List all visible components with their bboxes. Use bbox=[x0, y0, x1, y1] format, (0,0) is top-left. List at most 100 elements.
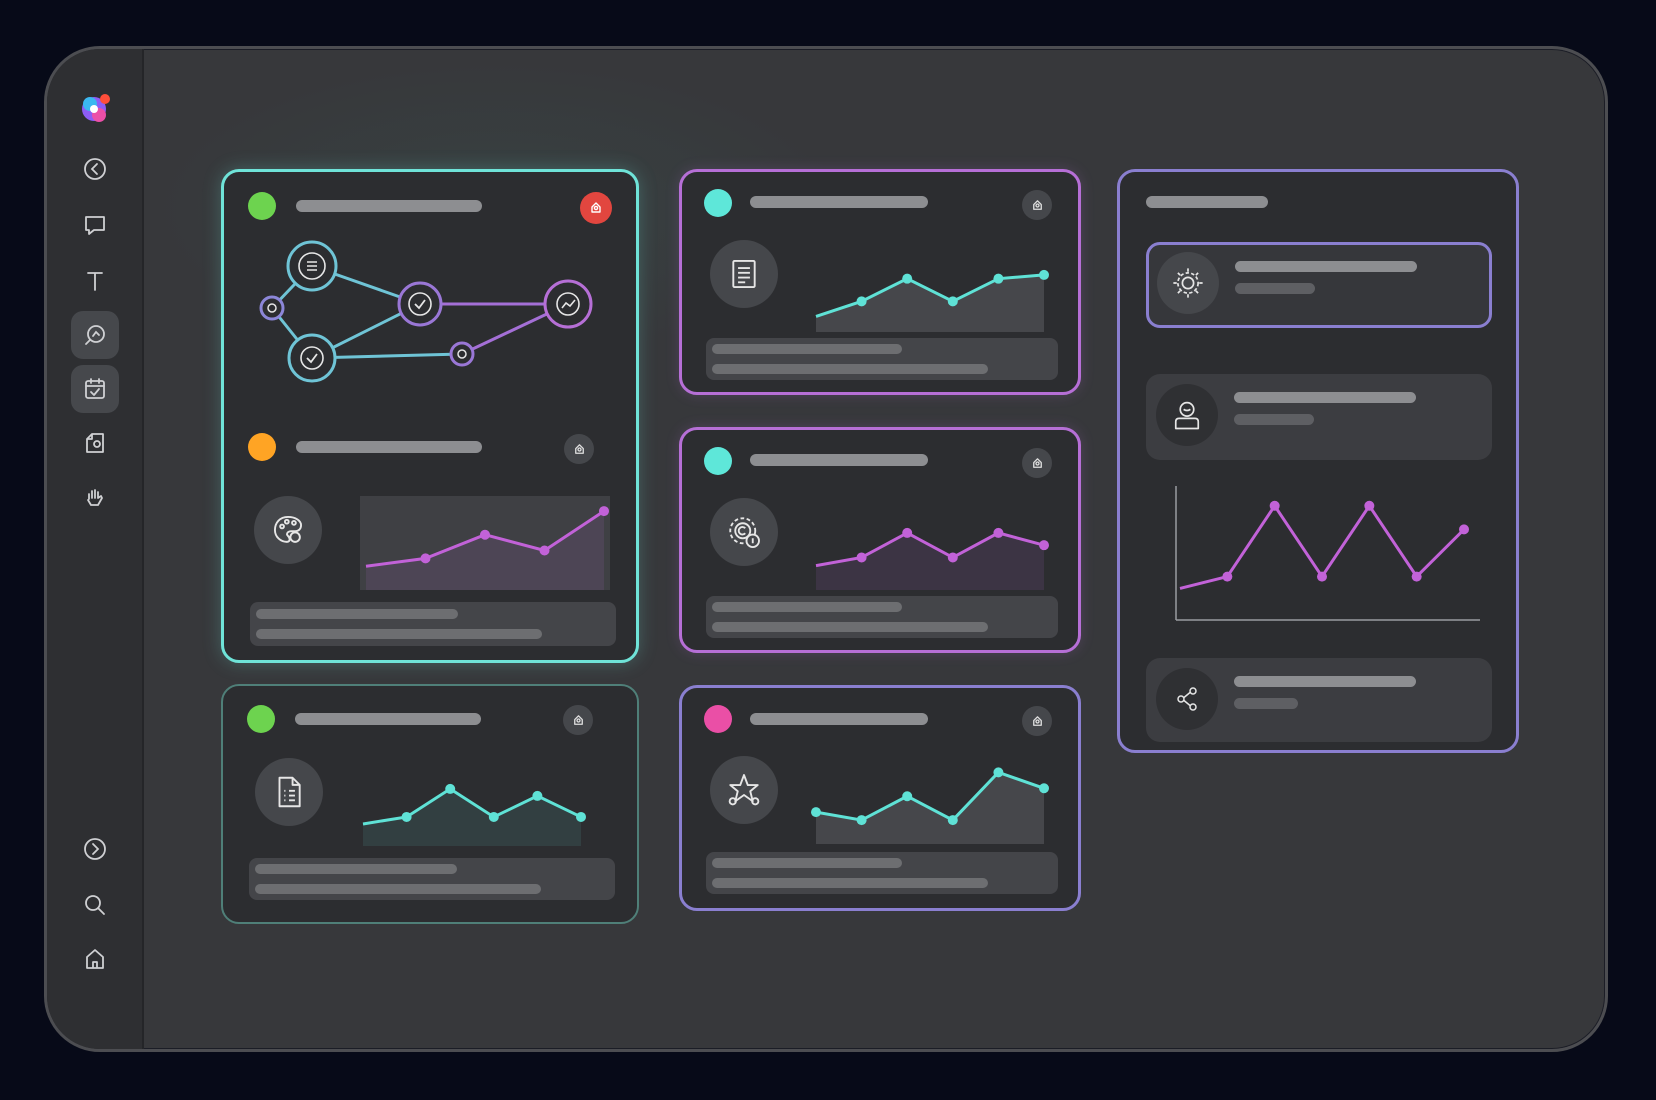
palette-sparkline bbox=[360, 496, 610, 590]
row-subtitle-placeholder bbox=[1234, 698, 1298, 709]
search-analytics-icon bbox=[85, 325, 105, 345]
sparkline-point bbox=[488, 811, 499, 822]
home-icon bbox=[86, 949, 104, 969]
panel-line-chart bbox=[1175, 486, 1480, 621]
star-card[interactable] bbox=[679, 685, 1081, 911]
card-title-placeholder bbox=[295, 713, 481, 725]
document-card[interactable] bbox=[679, 169, 1081, 395]
chart-point bbox=[1459, 524, 1469, 535]
graph-node-small[interactable] bbox=[449, 341, 475, 367]
sparkline-point bbox=[856, 815, 867, 826]
bell-icon bbox=[1032, 715, 1042, 726]
footer-line-placeholder bbox=[712, 878, 988, 888]
search-icon bbox=[85, 895, 105, 915]
panel-row-user[interactable] bbox=[1146, 374, 1492, 460]
settings-icon-circle bbox=[710, 498, 778, 566]
panel-title-placeholder bbox=[1146, 196, 1268, 208]
sparkline-point bbox=[902, 527, 913, 538]
hand-icon bbox=[87, 489, 103, 506]
text-icon bbox=[87, 272, 103, 291]
panel-row-settings[interactable] bbox=[1146, 242, 1492, 328]
settings-card[interactable] bbox=[679, 427, 1081, 653]
arrow-right-circle-icon bbox=[84, 838, 106, 860]
document-icon-circle bbox=[710, 240, 778, 308]
chart-point bbox=[1317, 571, 1327, 582]
card-title-placeholder bbox=[750, 713, 928, 725]
row-subtitle-placeholder bbox=[1234, 414, 1314, 425]
app-logo-icon bbox=[82, 94, 110, 122]
sparkline-point bbox=[993, 527, 1004, 538]
sparkline-point bbox=[902, 791, 913, 802]
sparkline-point bbox=[480, 529, 490, 540]
star-sparkline bbox=[811, 767, 1049, 844]
notification-badge[interactable] bbox=[563, 705, 593, 735]
document-sparkline bbox=[815, 269, 1049, 332]
sidebar bbox=[47, 49, 144, 1049]
document-icon bbox=[86, 433, 104, 453]
sparkline-point bbox=[1039, 783, 1049, 794]
share-icon bbox=[1177, 687, 1197, 711]
status-dot bbox=[247, 705, 275, 733]
history-icon bbox=[84, 158, 106, 180]
bell-icon bbox=[573, 714, 583, 725]
settings-sparkline bbox=[815, 527, 1049, 590]
doc-list-sparkline bbox=[362, 783, 586, 846]
graph-node-list[interactable] bbox=[286, 240, 338, 292]
card-footer bbox=[706, 596, 1058, 638]
sparkline-point bbox=[993, 273, 1004, 284]
sidebar-item-document[interactable] bbox=[71, 419, 119, 467]
star-icon-circle bbox=[710, 756, 778, 824]
doc-list-icon-circle bbox=[255, 758, 323, 826]
footer-line-placeholder bbox=[256, 609, 458, 619]
status-dot bbox=[704, 447, 732, 475]
card-title-placeholder bbox=[750, 196, 928, 208]
gear-icon-circle bbox=[1157, 252, 1219, 314]
notification-badge[interactable] bbox=[564, 434, 594, 464]
doc-list-card[interactable] bbox=[221, 684, 639, 924]
sidebar-item-history[interactable] bbox=[71, 145, 119, 193]
status-dot bbox=[248, 433, 276, 461]
card-footer bbox=[250, 602, 616, 646]
sparkline-point bbox=[947, 815, 958, 826]
sparkline-point bbox=[1039, 540, 1049, 551]
status-dot bbox=[704, 705, 732, 733]
chart-point bbox=[1411, 571, 1422, 582]
notification-badge[interactable] bbox=[1022, 190, 1052, 220]
graph-node-check[interactable] bbox=[287, 333, 337, 383]
sidebar-item-text[interactable] bbox=[71, 257, 119, 305]
sparkline-point bbox=[445, 783, 456, 794]
graph-node-check[interactable] bbox=[397, 281, 443, 327]
sparkline-point bbox=[856, 296, 867, 307]
sparkline-point bbox=[947, 552, 958, 563]
footer-line-placeholder bbox=[712, 344, 902, 354]
sidebar-item-comments[interactable] bbox=[71, 201, 119, 249]
footer-line-placeholder bbox=[712, 364, 988, 374]
notification-badge[interactable] bbox=[1022, 448, 1052, 478]
graph-node-trend[interactable] bbox=[543, 279, 593, 329]
sidebar-item-home[interactable] bbox=[71, 935, 119, 983]
gear-icon bbox=[1173, 268, 1203, 298]
sparkline-point bbox=[539, 545, 550, 556]
sidebar-item-search-analytics[interactable] bbox=[71, 311, 119, 359]
graph-node-small[interactable] bbox=[259, 295, 285, 321]
footer-line-placeholder bbox=[256, 629, 542, 639]
footer-line-placeholder bbox=[255, 864, 457, 874]
card-title-placeholder bbox=[750, 454, 928, 466]
sidebar-item-gestures[interactable] bbox=[71, 475, 119, 523]
doc-list-icon bbox=[278, 776, 301, 808]
bell-icon bbox=[1032, 199, 1042, 210]
sparkline-point bbox=[902, 273, 913, 284]
sidebar-item-search[interactable] bbox=[71, 881, 119, 929]
sidebar-item-calendar[interactable] bbox=[71, 365, 119, 413]
sparkline-point bbox=[420, 553, 431, 564]
sparkline-point bbox=[576, 811, 586, 822]
user-icon-circle bbox=[1156, 384, 1218, 446]
sparkline-point bbox=[599, 506, 609, 517]
workflow-card[interactable] bbox=[221, 169, 639, 663]
footer-line-placeholder bbox=[712, 622, 988, 632]
panel-row-share[interactable] bbox=[1146, 658, 1492, 742]
notification-badge[interactable] bbox=[1022, 706, 1052, 736]
chart-point bbox=[1222, 571, 1233, 582]
document-icon bbox=[732, 259, 756, 289]
sidebar-item-forward[interactable] bbox=[71, 825, 119, 873]
